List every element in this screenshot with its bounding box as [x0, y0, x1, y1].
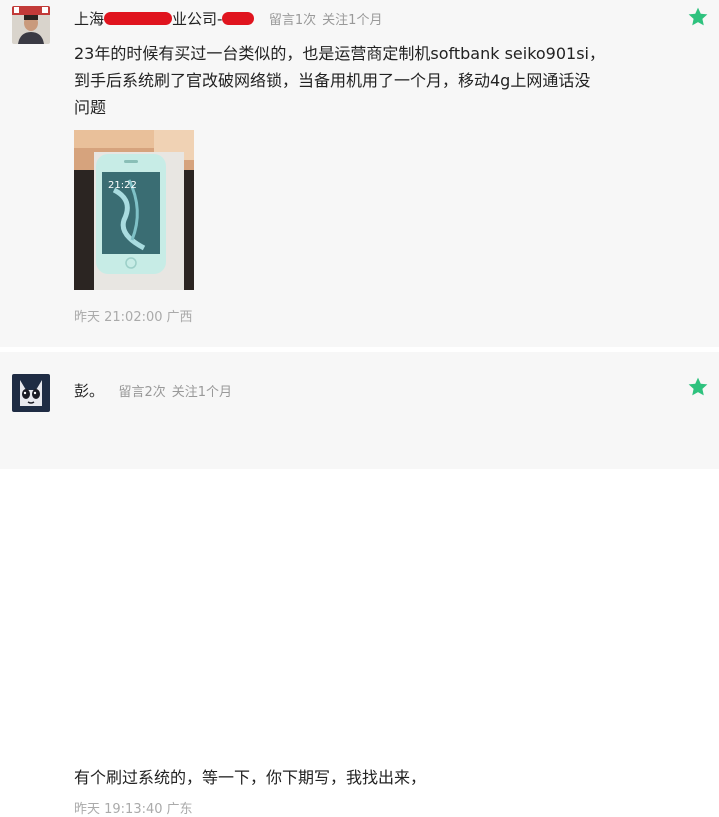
username[interactable]: 上海 业公司- [74, 10, 255, 28]
star-icon[interactable] [687, 6, 709, 28]
comment-card: 彭。 留言2次 关注1个月 有个刷过系统的，等一下，你下期写，我找出来， 昨天 1… [0, 352, 719, 817]
user-meta: 留言2次 关注1个月 [118, 385, 232, 400]
follow-duration: 关注1个月 [322, 13, 383, 28]
username-part: 业公司- [172, 10, 223, 28]
photo-clock: 21:22 [108, 180, 137, 191]
avatar[interactable] [12, 6, 50, 44]
message-count: 留言2次 [118, 385, 166, 400]
comment-text: 23年的时候有买过一台类似的，也是运营商定制机softbank seiko901… [74, 40, 694, 121]
avatar[interactable] [12, 374, 50, 412]
comment-line: 到手后系统刷了官改破网络锁，当备用机用了一个月，移动4g上网通话没 [74, 71, 591, 90]
comment-photo[interactable]: 21:22 [74, 130, 194, 290]
username-part: 上海 [74, 10, 105, 28]
comment-timestamp: 昨天 21:02:00 广西 [74, 306, 193, 325]
message-count: 留言1次 [268, 13, 317, 28]
comment-header: 上海 业公司- 留言1次 关注1个月 [74, 8, 382, 29]
comment-text: 有个刷过系统的，等一下，你下期写，我找出来， [74, 764, 426, 791]
location-text: 广东 [166, 802, 193, 817]
timestamp-text: 昨天 19:13:40 [74, 802, 163, 817]
comment-line: 23年的时候有买过一台类似的，也是运营商定制机softbank seiko901… [74, 44, 605, 63]
comment-line: 有个刷过系统的，等一下，你下期写，我找出来， [74, 768, 427, 787]
redaction-mark [104, 12, 173, 25]
user-meta: 留言1次 关注1个月 [269, 13, 383, 28]
location-text: 广西 [166, 310, 193, 325]
comment-timestamp: 昨天 19:13:40 广东 [74, 798, 193, 817]
follow-duration: 关注1个月 [171, 385, 233, 400]
star-icon[interactable] [687, 376, 709, 398]
comment-header: 彭。 留言2次 关注1个月 [74, 380, 232, 401]
redaction-mark [222, 12, 255, 25]
timestamp-text: 昨天 21:02:00 [74, 310, 163, 325]
comment-line: 问题 [74, 98, 107, 117]
comment-card: 上海 业公司- 留言1次 关注1个月 23年的时候有买过一台类似的，也是运营商定制机… [0, 0, 719, 347]
username[interactable]: 彭。 [74, 382, 104, 400]
